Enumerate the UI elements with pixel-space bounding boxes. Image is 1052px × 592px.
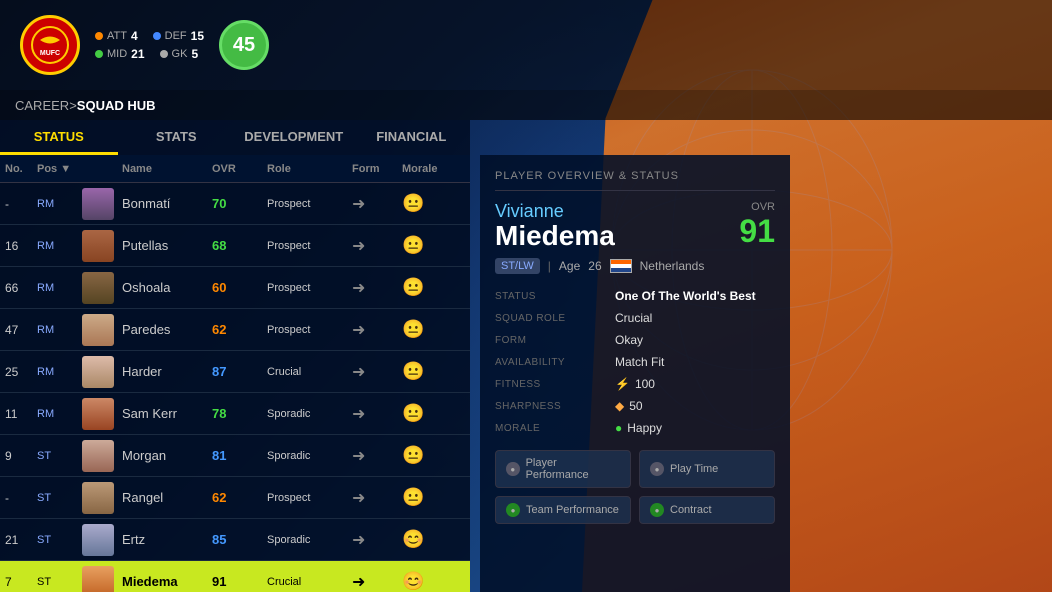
position-badge: ST/LW [495,258,540,274]
top-header: MUFC ATT 4 DEF 15 MID 21 GK [0,0,1052,90]
table-header: No. Pos ▼ Name OVR Role Form Morale [0,155,470,183]
avatar [82,482,114,514]
netherlands-flag [610,259,632,273]
ovr-number: 91 [739,213,775,250]
status-label: STATUS [495,289,605,303]
player-table[interactable]: No. Pos ▼ Name OVR Role Form Morale - RM… [0,155,470,592]
detail-grid: STATUS One Of The World's Best SQUAD ROL… [495,289,775,435]
age-label: | [548,259,551,273]
diamond-icon: ◆ [615,399,624,413]
avatar [82,230,114,262]
tab-bar: STATUS STATS DEVELOPMENT FINANCIAL [0,120,470,155]
avatar [82,314,114,346]
form-value: Okay [615,333,775,347]
team-ovr-value: 45 [233,34,255,57]
availability-value: Match Fit [615,355,775,369]
morale-label: MORALE [495,421,605,435]
col-pos: Pos ▼ [37,163,82,175]
gk-dot [160,50,168,58]
table-row[interactable]: 47 RM Paredes 62 Prospect ➜ 😐 [0,309,470,351]
mid-value: 21 [131,47,144,61]
squad-role-value: Crucial [615,311,775,325]
player-meta: ST/LW | Age 26 Netherlands [495,258,775,274]
fitness-value: ⚡ 100 [615,377,775,391]
squad-stats: ATT 4 DEF 15 MID 21 GK 5 [95,29,204,61]
table-row[interactable]: 16 RM Putellas 68 Prospect ➜ 😐 [0,225,470,267]
tab-stats[interactable]: STATS [118,120,236,155]
player-last-name: Miedema [495,222,615,250]
avatar [82,566,114,592]
squad-role-label: SQUAD ROLE [495,311,605,325]
player-performance-button[interactable]: ● Player Performance [495,450,631,488]
ovr-label: OVR [739,201,775,213]
contract-button[interactable]: ● Contract [639,496,775,524]
mid-label: MID [107,48,127,60]
morale-value: ● Happy [615,421,775,435]
availability-label: AVAILABILITY [495,355,605,369]
att-value: 4 [131,29,138,43]
tab-development[interactable]: DEVELOPMENT [235,120,353,155]
player-first-name: Vivianne [495,201,615,222]
fitness-label: FITNESS [495,377,605,391]
svg-text:MUFC: MUFC [40,50,60,57]
table-row-miedema[interactable]: 7 ST Miedema 91 Crucial ➜ 😊 [0,561,470,592]
avatar [82,398,114,430]
gk-label: GK [172,48,188,60]
table-row[interactable]: 25 RM Harder 87 Crucial ➜ 😐 [0,351,470,393]
avatar [82,524,114,556]
def-label: DEF [165,30,187,42]
mid-dot [95,50,103,58]
action-buttons: ● Player Performance ● Play Time ● Team … [495,450,775,524]
playtime-icon: ● [650,462,664,476]
avatar [82,356,114,388]
col-role: Role [267,163,352,175]
col-name: Name [122,163,212,175]
team-icon: ● [506,503,520,517]
avatar [82,188,114,220]
sharpness-label: SHARPNESS [495,399,605,413]
def-value: 15 [191,29,204,43]
table-row[interactable]: 66 RM Oshoala 60 Prospect ➜ 😐 [0,267,470,309]
heart-icon: ● [615,421,622,435]
avatar [82,440,114,472]
table-row[interactable]: - ST Rangel 62 Prospect ➜ 😐 [0,477,470,519]
col-form: Form [352,163,402,175]
player-ovr-display: OVR 91 [739,201,775,250]
sharpness-value: ◆ 50 [615,399,775,413]
tab-status[interactable]: STATUS [0,120,118,155]
breadcrumb-separator: > [69,98,77,113]
status-value: One Of The World's Best [615,289,775,303]
player-name-area: Vivianne Miedema OVR 91 [495,201,775,250]
table-row[interactable]: - RM Bonmatí 70 Prospect ➜ 😐 [0,183,470,225]
team-ovr-badge: 45 [219,20,269,70]
form-label: FORM [495,333,605,347]
avatar [82,272,114,304]
contract-icon: ● [650,503,664,517]
att-dot [95,32,103,40]
nationality: Netherlands [640,259,705,273]
player-age: 26 [588,259,601,273]
breadcrumb: CAREER > SQUAD HUB [0,90,1052,120]
performance-icon: ● [506,462,520,476]
breadcrumb-current: SQUAD HUB [77,98,156,113]
table-row[interactable]: 9 ST Morgan 81 Sporadic ➜ 😐 [0,435,470,477]
age-label-text: Age [559,259,580,273]
col-morale: Morale [402,163,452,175]
def-dot [153,32,161,40]
col-ovr: OVR [212,163,267,175]
club-logo: MUFC [20,15,80,75]
table-row[interactable]: 11 RM Sam Kerr 78 Sporadic ➜ 😐 [0,393,470,435]
col-no: No. [5,163,37,175]
player-overview-panel: PLAYER OVERVIEW & STATUS Vivianne Miedem… [480,155,790,592]
lightning-icon: ⚡ [615,377,630,391]
overview-title: PLAYER OVERVIEW & STATUS [495,170,775,191]
tab-financial[interactable]: FINANCIAL [353,120,471,155]
breadcrumb-career: CAREER [15,98,69,113]
play-time-button[interactable]: ● Play Time [639,450,775,488]
table-row[interactable]: 21 ST Ertz 85 Sporadic ➜ 😊 [0,519,470,561]
att-label: ATT [107,30,127,42]
team-performance-button[interactable]: ● Team Performance [495,496,631,524]
gk-value: 5 [191,47,198,61]
